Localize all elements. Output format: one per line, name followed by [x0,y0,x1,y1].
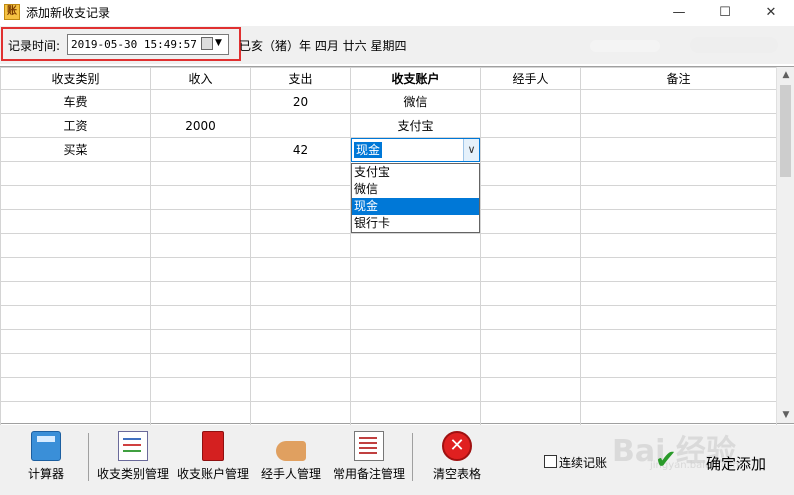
empty-row[interactable] [0,257,777,282]
scroll-down-icon[interactable]: ▼ [777,407,794,423]
clear-icon: ✕ [442,431,472,461]
continuous-record-label[interactable]: 连续记账 [559,454,607,471]
dropdown-option[interactable]: 微信 [352,181,479,198]
cell-income[interactable]: 2000 [150,113,251,138]
cell-handler[interactable] [480,113,581,138]
record-time-label: 记录时间: [8,39,61,53]
combobox-value: 现金 [354,142,383,158]
column-header-income[interactable]: 收入 [150,67,251,90]
cell-handler[interactable] [480,89,581,114]
table-row: 工资 2000 支付宝 [0,113,777,138]
calendar-icon[interactable] [201,37,213,50]
window-controls: — ☐ ✕ [656,0,794,24]
account-manage-label: 收支账户管理 [176,467,249,481]
cell-category[interactable]: 车费 [0,89,151,114]
column-header-category[interactable]: 收支类别 [0,67,151,90]
blurred-region [690,37,778,53]
window-title: 添加新收支记录 [26,5,111,20]
chevron-down-icon[interactable]: ▼ [215,38,222,48]
calculator-icon [31,431,61,461]
handler-manage-label: 经手人管理 [260,467,321,481]
title-bar: 账 添加新收支记录 — ☐ ✕ [0,0,794,24]
toolbar-divider [88,433,89,481]
cell-category[interactable]: 买菜 [0,137,151,162]
column-header-note[interactable]: 备注 [580,67,777,90]
chevron-down-icon[interactable]: ∨ [463,139,479,161]
category-manage-button[interactable]: 收支类别管理 [94,431,172,491]
checkmark-icon[interactable]: ✔ [655,445,677,475]
dropdown-option-selected[interactable]: 现金 [352,198,479,215]
table-row: 车费 20 微信 [0,89,777,114]
app-icon: 账 [4,4,20,20]
scroll-up-icon[interactable]: ▲ [777,67,794,83]
checklist-icon [118,431,148,461]
note-manage-button[interactable]: 常用备注管理 [330,431,408,491]
cell-category[interactable]: 工资 [0,113,151,138]
handler-manage-button[interactable]: 经手人管理 [258,431,324,491]
cell-income[interactable] [150,89,251,114]
minimize-button[interactable]: — [656,0,702,24]
cell-note[interactable] [580,89,777,114]
confirm-add-button[interactable]: 确定添加 [706,453,766,474]
pointing-hand-icon [276,441,306,461]
column-header-handler[interactable]: 经手人 [480,67,581,90]
dropdown-option[interactable]: 支付宝 [352,164,479,181]
column-header-account[interactable]: 收支账户 [350,67,481,90]
column-header-expense[interactable]: 支出 [250,67,351,90]
cell-income[interactable] [150,137,251,162]
dropdown-option[interactable]: 银行卡 [352,215,479,232]
note-manage-label: 常用备注管理 [332,467,405,481]
cell-account[interactable]: 支付宝 [350,113,481,138]
empty-row[interactable] [0,329,777,354]
empty-row[interactable] [0,281,777,306]
empty-row[interactable] [0,377,777,402]
cell-expense[interactable] [250,113,351,138]
book-icon [202,431,224,461]
toolbar-divider [412,433,413,481]
cell-handler[interactable] [480,137,581,162]
empty-row[interactable] [0,233,777,258]
account-dropdown-list: 支付宝 微信 现金 银行卡 [351,163,480,233]
calculator-button[interactable]: 计算器 [22,431,70,491]
clear-table-label: 清空表格 [432,467,481,481]
cell-account[interactable]: 微信 [350,89,481,114]
scroll-thumb[interactable] [780,85,791,177]
blurred-region [590,40,660,52]
empty-row[interactable] [0,401,777,426]
empty-row[interactable] [0,305,777,330]
account-manage-button[interactable]: 收支账户管理 [174,431,252,491]
table-header-row: 收支类别 收入 支出 收支账户 经手人 备注 [0,67,777,90]
calculator-label: 计算器 [27,467,64,481]
maximize-button[interactable]: ☐ [702,0,748,24]
records-grid: 收支类别 收入 支出 收支账户 经手人 备注 车费 20 微信 工资 2000 [0,66,794,426]
empty-row[interactable] [0,353,777,378]
cell-expense[interactable]: 20 [250,89,351,114]
clear-table-button[interactable]: ✕ 清空表格 [428,431,486,491]
records-table: 收支类别 收入 支出 收支账户 经手人 备注 车费 20 微信 工资 2000 [0,67,777,426]
continuous-record-checkbox[interactable] [544,455,557,468]
vertical-scrollbar[interactable]: ▲ ▼ [776,67,794,423]
cell-note[interactable] [580,113,777,138]
lunar-date: 已亥（猪）年 四月 廿六 星期四 [239,39,407,53]
notes-icon [354,431,384,461]
close-button[interactable]: ✕ [748,0,794,24]
category-manage-label: 收支类别管理 [96,467,169,481]
cell-note[interactable] [580,137,777,162]
cell-expense[interactable]: 42 [250,137,351,162]
account-combobox[interactable]: 现金 ∨ [351,138,480,162]
